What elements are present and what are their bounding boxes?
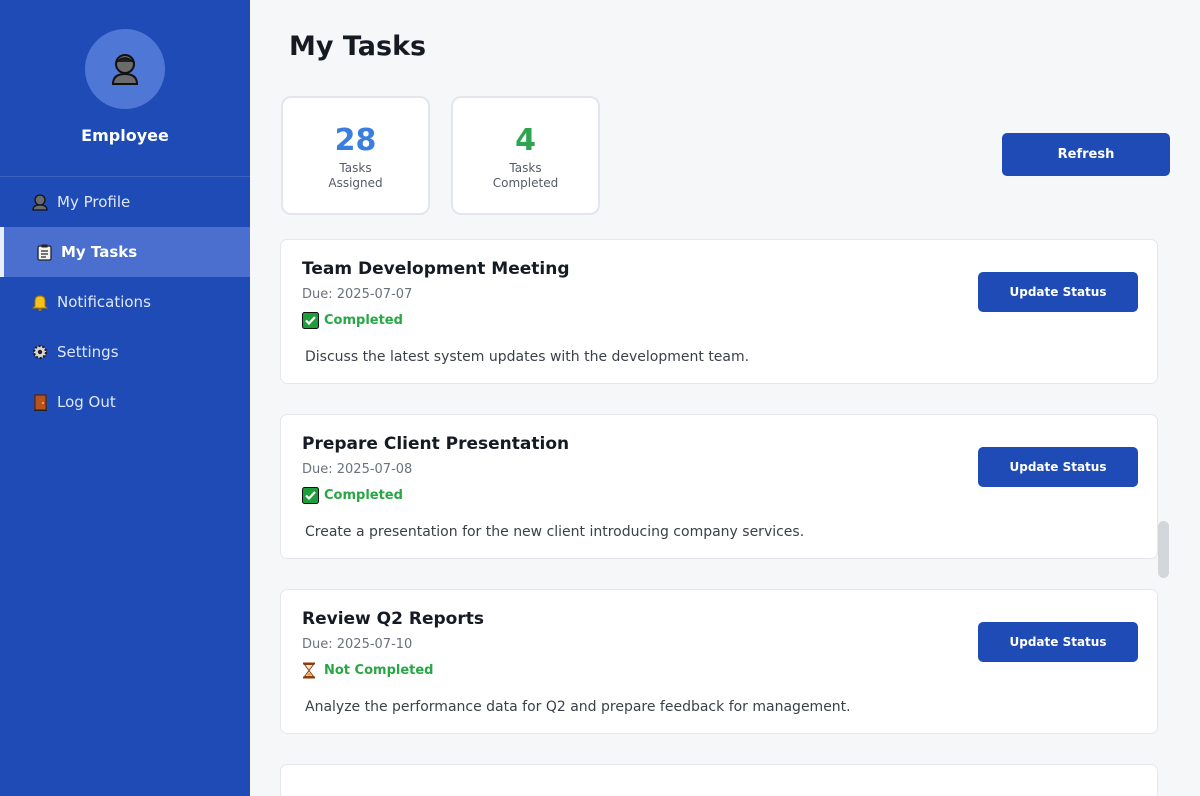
stat-card-assigned: 28 Tasks Assigned bbox=[281, 96, 430, 215]
task-status: Not Completed bbox=[302, 662, 433, 679]
sidebar-item-notifications[interactable]: Notifications bbox=[0, 277, 250, 327]
scrollbar-thumb[interactable] bbox=[1158, 521, 1169, 578]
sidebar-item-label: Notifications bbox=[57, 293, 151, 311]
task-description: Analyze the performance data for Q2 and … bbox=[305, 699, 851, 715]
update-status-button[interactable]: Update Status bbox=[978, 272, 1138, 312]
task-due-date: Due: 2025-07-07 bbox=[302, 287, 413, 302]
stat-value-completed: 4 bbox=[515, 123, 536, 158]
task-description: Discuss the latest system updates with t… bbox=[305, 349, 750, 365]
sidebar-nav: My Profile My Tasks Notifications Settin… bbox=[0, 177, 250, 427]
task-status-label: Not Completed bbox=[324, 663, 434, 678]
task-card: Team Development Meeting Due: 2025-07-07… bbox=[280, 239, 1158, 384]
clipboard-icon bbox=[35, 243, 53, 261]
stat-label-assigned-line1: Tasks bbox=[339, 161, 372, 175]
gear-icon bbox=[31, 343, 49, 361]
sidebar-item-my-tasks[interactable]: My Tasks bbox=[0, 227, 250, 277]
door-icon bbox=[31, 393, 49, 411]
task-title: Prepare Client Presentation bbox=[302, 434, 570, 454]
task-status-label: Completed bbox=[324, 488, 403, 503]
user-icon bbox=[31, 193, 49, 211]
user-role: Employee bbox=[81, 126, 169, 145]
sidebar-item-label: My Profile bbox=[57, 193, 131, 211]
task-status: Completed bbox=[302, 487, 403, 504]
update-status-button[interactable]: Update Status bbox=[978, 622, 1138, 662]
stat-card-completed: 4 Tasks Completed bbox=[451, 96, 600, 215]
sidebar: Employee My Profile My Tasks Notificatio… bbox=[0, 0, 250, 796]
bell-icon bbox=[31, 293, 49, 311]
task-due-date: Due: 2025-07-08 bbox=[302, 462, 413, 477]
task-due-date: Due: 2025-07-10 bbox=[302, 637, 413, 652]
task-title: Team Development Meeting bbox=[302, 259, 570, 279]
check-box-icon bbox=[302, 312, 319, 329]
main-content: My Tasks 28 Tasks Assigned 4 Tasks Compl… bbox=[250, 0, 1200, 796]
sidebar-item-label: Log Out bbox=[57, 393, 116, 411]
hourglass-icon bbox=[302, 662, 319, 679]
task-status: Completed bbox=[302, 312, 403, 329]
task-title: Review Q2 Reports bbox=[302, 609, 484, 629]
sidebar-item-label: My Tasks bbox=[61, 243, 138, 261]
avatar bbox=[85, 29, 165, 109]
task-status-label: Completed bbox=[324, 313, 403, 328]
sidebar-item-log-out[interactable]: Log Out bbox=[0, 377, 250, 427]
page-title: My Tasks bbox=[289, 31, 427, 62]
refresh-button[interactable]: Refresh bbox=[1002, 133, 1170, 176]
update-status-button[interactable]: Update Status bbox=[978, 447, 1138, 487]
check-box-icon bbox=[302, 487, 319, 504]
task-card: Review Q2 Reports Due: 2025-07-10 Not Co… bbox=[280, 589, 1158, 734]
task-card: Prepare Client Presentation Due: 2025-07… bbox=[280, 414, 1158, 559]
task-card-partial bbox=[280, 764, 1158, 796]
sidebar-item-my-profile[interactable]: My Profile bbox=[0, 177, 250, 227]
sidebar-item-settings[interactable]: Settings bbox=[0, 327, 250, 377]
task-description: Create a presentation for the new client… bbox=[305, 524, 805, 540]
stat-value-assigned: 28 bbox=[334, 123, 377, 158]
stat-label-assigned-line2: Assigned bbox=[328, 176, 383, 190]
stat-label-completed-line2: Completed bbox=[492, 176, 559, 190]
stat-label-completed-line1: Tasks bbox=[509, 161, 542, 175]
sidebar-item-label: Settings bbox=[57, 343, 119, 361]
profile-section: Employee bbox=[0, 0, 250, 177]
user-avatar-icon bbox=[111, 54, 139, 85]
